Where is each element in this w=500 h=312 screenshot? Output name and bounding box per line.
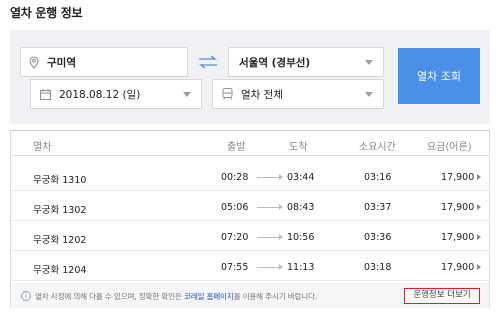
arrival-time: 11:13 — [287, 262, 315, 273]
date-picker-field[interactable]: 2018.08.12 (일) — [30, 79, 202, 109]
arrow-right-icon — [257, 207, 279, 208]
train-icon — [222, 88, 233, 100]
swap-stations-icon[interactable] — [196, 54, 220, 70]
train-type-select[interactable]: 열차 전체 — [212, 79, 384, 109]
arrow-head — [279, 234, 283, 240]
table-row[interactable]: 무궁화 1204 07:55 11:13 03:18 17,900 — [11, 253, 489, 281]
page-title: 열차 운행 정보 — [10, 6, 83, 20]
korail-homepage-link[interactable]: 코레일 홈페이지 — [184, 292, 234, 301]
train-name: 무궁화 1202 — [33, 235, 87, 246]
train-name: 무궁화 1204 — [33, 265, 87, 276]
duration: 03:18 — [364, 262, 392, 273]
train-name: 무궁화 1310 — [33, 175, 87, 186]
arrow-head — [279, 174, 283, 180]
notice-text: 열차 사정에 의해 다를 수 있으며, 정확한 확인은 코레일 홈페이지를 이용… — [35, 291, 317, 302]
chevron-right-icon — [477, 264, 481, 270]
chevron-down-icon — [365, 60, 373, 65]
departure-time: 07:20 — [221, 232, 249, 243]
arrow-head — [279, 264, 283, 270]
date-value: 2018.08.12 (일) — [59, 88, 141, 101]
header-arrival: 도착 — [289, 142, 308, 153]
chevron-down-icon — [365, 92, 373, 97]
header-fare: 요금(어른) — [427, 142, 472, 153]
table-row[interactable]: 무궁화 1310 00:28 03:44 03:16 17,900 — [11, 163, 489, 191]
fare: 17,900 — [441, 202, 475, 213]
chevron-right-icon — [477, 234, 481, 240]
table-row[interactable]: 무궁화 1302 05:06 08:43 03:37 17,900 — [11, 193, 489, 221]
train-name: 무궁화 1302 — [33, 205, 87, 216]
table-row[interactable]: 무궁화 1202 07:20 10:56 03:36 17,900 — [11, 223, 489, 251]
fare: 17,900 — [441, 172, 475, 183]
departure-time: 07:55 — [221, 262, 249, 273]
arrow-head — [279, 204, 283, 210]
departure-time: 00:28 — [221, 172, 249, 183]
departure-station-field[interactable]: 구미역 — [20, 47, 188, 77]
table-header: 열차 출발 도착 소요시간 요금(어른) — [11, 131, 489, 156]
search-trains-button[interactable]: 열차 조회 — [398, 48, 480, 104]
arrival-time: 10:56 — [287, 232, 315, 243]
arrival-station-value: 서울역 (경부선) — [239, 56, 311, 69]
notice-text-before: 열차 사정에 의해 다를 수 있으며, 정확한 확인은 — [35, 292, 184, 301]
header-train: 열차 — [33, 142, 52, 153]
departure-station-value: 구미역 — [47, 56, 76, 69]
notice-text-after: 를 이용해 주시기 바랍니다. — [233, 292, 318, 301]
fare: 17,900 — [441, 262, 475, 273]
header-duration: 소요시간 — [359, 142, 396, 153]
arrow-right-icon — [257, 237, 279, 238]
fare: 17,900 — [441, 232, 475, 243]
departure-time: 05:06 — [221, 202, 249, 213]
more-info-button[interactable]: 운행정보 더보기 — [404, 288, 480, 304]
info-icon: i — [21, 291, 31, 301]
train-type-value: 열차 전체 — [241, 88, 283, 101]
arrival-time: 08:43 — [287, 202, 315, 213]
arrival-station-field[interactable]: 서울역 (경부선) — [228, 47, 384, 77]
notice-bar: i 열차 사정에 의해 다를 수 있으며, 정확한 확인은 코레일 홈페이지를 … — [11, 283, 489, 308]
chevron-right-icon — [477, 174, 481, 180]
arrow-right-icon — [257, 267, 279, 268]
arrow-right-icon — [257, 177, 279, 178]
chevron-down-icon — [183, 92, 191, 97]
arrival-time: 03:44 — [287, 172, 315, 183]
duration: 03:36 — [364, 232, 392, 243]
header-departure: 출발 — [227, 142, 246, 153]
location-pin-icon — [29, 55, 39, 69]
duration: 03:37 — [364, 202, 392, 213]
calendar-icon — [40, 88, 51, 100]
duration: 03:16 — [364, 172, 392, 183]
chevron-right-icon — [477, 204, 481, 210]
schedule-table: 열차 출발 도착 소요시간 요금(어른) 무궁화 1310 00:28 03:4… — [10, 130, 490, 308]
